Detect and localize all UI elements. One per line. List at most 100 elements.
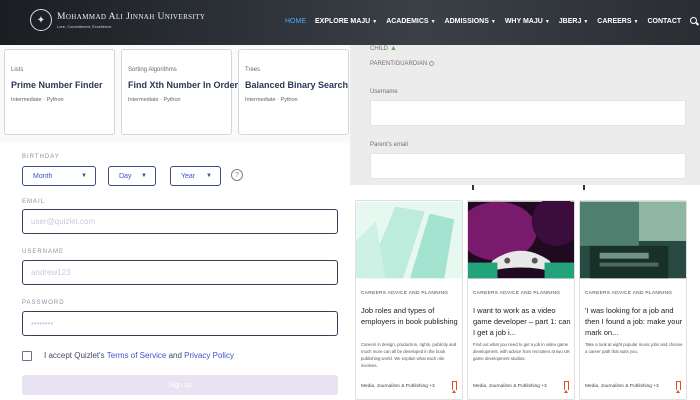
article-tag[interactable]: Media, Journalism & Publishing +3 [473, 384, 547, 389]
card-title: Prime Number Finder [11, 80, 103, 90]
arrow-up-icon: ▲ [390, 45, 397, 52]
practice-card[interactable]: Sorting Algorithms Find Xth Number In Or… [121, 49, 239, 135]
logo-name: Mohammad Ali Jinnah University [57, 11, 206, 22]
article-image [580, 201, 686, 279]
nav-item-label: ACADEMICS [386, 18, 429, 25]
privacy-policy-link[interactable]: Privacy Policy [184, 351, 234, 360]
nav-item-contact[interactable]: CONTACT [647, 18, 681, 25]
email-field[interactable]: user@quizlet.com [22, 209, 338, 234]
article-description: Careers in design, production, rights, p… [361, 342, 457, 368]
terms-prefix: I accept Quizlet's [44, 351, 105, 360]
practice-cards-row: Lists Prime Number Finder Intermediate ·… [0, 45, 370, 143]
nav-item-label: ADMISSIONS [444, 18, 489, 25]
practice-card[interactable]: Lists Prime Number Finder Intermediate ·… [4, 49, 115, 135]
article-category: CAREERS ADVICE AND PLANNING [473, 291, 561, 296]
nav-item-label: CONTACT [647, 18, 682, 25]
nav-item-explore-maju[interactable]: EXPLORE MAJU ▼ [315, 18, 377, 25]
parent-label: PARENT/GUARDIAN [370, 61, 428, 68]
top-navigation-bar: ✦ Mohammad Ali Jinnah University Lore, C… [0, 0, 700, 45]
university-logo[interactable]: ✦ Mohammad Ali Jinnah University Lore, C… [30, 9, 205, 31]
article-tag[interactable]: Media, Journalism & Publishing +3 [585, 384, 659, 389]
chevron-down-icon: ▼ [430, 18, 436, 25]
nav-item-label: CAREERS [597, 18, 632, 25]
chevron-down-icon: ▼ [141, 173, 147, 179]
article-title[interactable]: 'I was looking for a job and then I foun… [585, 305, 685, 338]
terms-text: I accept Quizlet's Terms of Service and … [44, 351, 234, 360]
article-category: CAREERS ADVICE AND PLANNING [361, 291, 449, 296]
username-label: USERNAME [22, 249, 65, 255]
signup-form: BIRTHDAY Month ▼ Day ▼ Year ▼ ? EMAIL us… [0, 143, 350, 400]
article-image [356, 201, 462, 279]
chevron-down-icon: ▼ [372, 18, 378, 25]
birth-month-value: Month [33, 172, 53, 180]
article-title[interactable]: I want to work as a video game developer… [473, 305, 573, 338]
article-card[interactable]: CAREERS ADVICE AND PLANNING Job roles an… [355, 200, 463, 400]
page: ✦ Mohammad Ali Jinnah University Lore, C… [0, 0, 700, 400]
article-card[interactable]: CAREERS ADVICE AND PLANNING 'I was looki… [579, 200, 687, 400]
nav-item-jberj[interactable]: JBERJ ▼ [559, 18, 589, 25]
nav-item-home[interactable]: HOME [285, 18, 306, 25]
bookmark-icon[interactable] [676, 381, 681, 393]
birth-day-value: Day [119, 172, 132, 180]
nav-item-academics[interactable]: ACADEMICS ▼ [386, 18, 435, 25]
bookmark-icon[interactable] [452, 381, 457, 393]
birth-month-select[interactable]: Month ▼ [22, 166, 96, 186]
nav-item-admissions[interactable]: ADMISSIONS ▼ [445, 18, 496, 25]
username-field[interactable]: andrew123 [22, 260, 338, 285]
chevron-down-icon: ▼ [206, 173, 212, 179]
terms-of-service-link[interactable]: Terms of Service [107, 351, 167, 360]
birthday-label: BIRTHDAY [22, 154, 60, 160]
card-title: Balanced Binary Search Tree [245, 80, 370, 90]
article-description: Find out what you need to get a job in v… [473, 342, 570, 361]
terms-and: and [168, 351, 182, 360]
article-image [458, 196, 581, 279]
card-meta: Intermediate · Python [11, 97, 64, 103]
birth-day-select[interactable]: Day ▼ [108, 166, 156, 186]
bookmark-icon[interactable] [564, 381, 569, 393]
nav-item-label: WHY MAJU [504, 18, 543, 25]
practice-card[interactable]: Trees Balanced Binary Search Tree Interm… [238, 49, 370, 135]
password-field[interactable]: •••••••• [22, 311, 338, 336]
nav-item-label: JBERJ [558, 18, 582, 25]
chevron-down-icon: ▼ [490, 18, 496, 25]
password-label: PASSWORD [22, 300, 65, 306]
parent-email-input[interactable] [370, 153, 686, 179]
logo-text: Mohammad Ali Jinnah University Lore, Com… [57, 12, 205, 29]
child-option[interactable]: CHILD ▲ [370, 45, 397, 52]
divider-tick [472, 185, 474, 190]
card-category: Trees [245, 67, 261, 73]
birth-year-select[interactable]: Year ▼ [170, 166, 221, 186]
signup-button[interactable]: Sign up [22, 375, 338, 395]
parent-option[interactable]: PARENT/GUARDIAN [370, 61, 435, 68]
chevron-down-icon: ▼ [633, 18, 639, 25]
nav-item-label: HOME [285, 18, 306, 25]
card-meta: Intermediate · Python [245, 97, 298, 103]
card-title: Find Xth Number In Order [128, 80, 239, 90]
search-icon[interactable] [690, 17, 699, 26]
card-category: Sorting Algorithms [128, 67, 177, 73]
child-label: CHILD [370, 46, 389, 52]
article-card[interactable]: CAREERS ADVICE AND PLANNING I want to wo… [458, 196, 581, 400]
nav-item-label: EXPLORE MAJU [315, 18, 371, 25]
chevron-down-icon: ▼ [583, 18, 589, 25]
article-title[interactable]: Job roles and types of employers in book… [361, 305, 461, 327]
chevron-down-icon: ▼ [544, 18, 550, 25]
parent-email-label: Parent's email [370, 142, 408, 148]
account-type-form: CHILD ▲ PARENT/GUARDIAN Username Parent's… [350, 45, 700, 185]
main-menu: HOME EXPLORE MAJU ▼ ACADEMICS ▼ ADMISSIONS ▼ WH… [285, 17, 699, 26]
divider-tick [583, 185, 585, 190]
birth-year-value: Year [181, 172, 196, 180]
article-tag[interactable]: Media, Journalism & Publishing +3 [361, 384, 435, 389]
chevron-down-icon: ▼ [81, 173, 87, 179]
radio-icon [429, 61, 435, 66]
university-seal-icon: ✦ [30, 9, 52, 31]
email-label: EMAIL [22, 199, 46, 205]
help-icon[interactable]: ? [231, 169, 243, 181]
logo-tagline: Lore, Commitment, Excellence [57, 23, 112, 29]
username-input[interactable] [370, 100, 686, 126]
nav-item-why-maju[interactable]: WHY MAJU ▼ [505, 18, 550, 25]
card-meta: Intermediate · Python [128, 97, 181, 103]
nav-item-careers[interactable]: CAREERS ▼ [597, 18, 638, 25]
terms-checkbox[interactable] [22, 351, 32, 361]
article-category: CAREERS ADVICE AND PLANNING [585, 291, 673, 296]
